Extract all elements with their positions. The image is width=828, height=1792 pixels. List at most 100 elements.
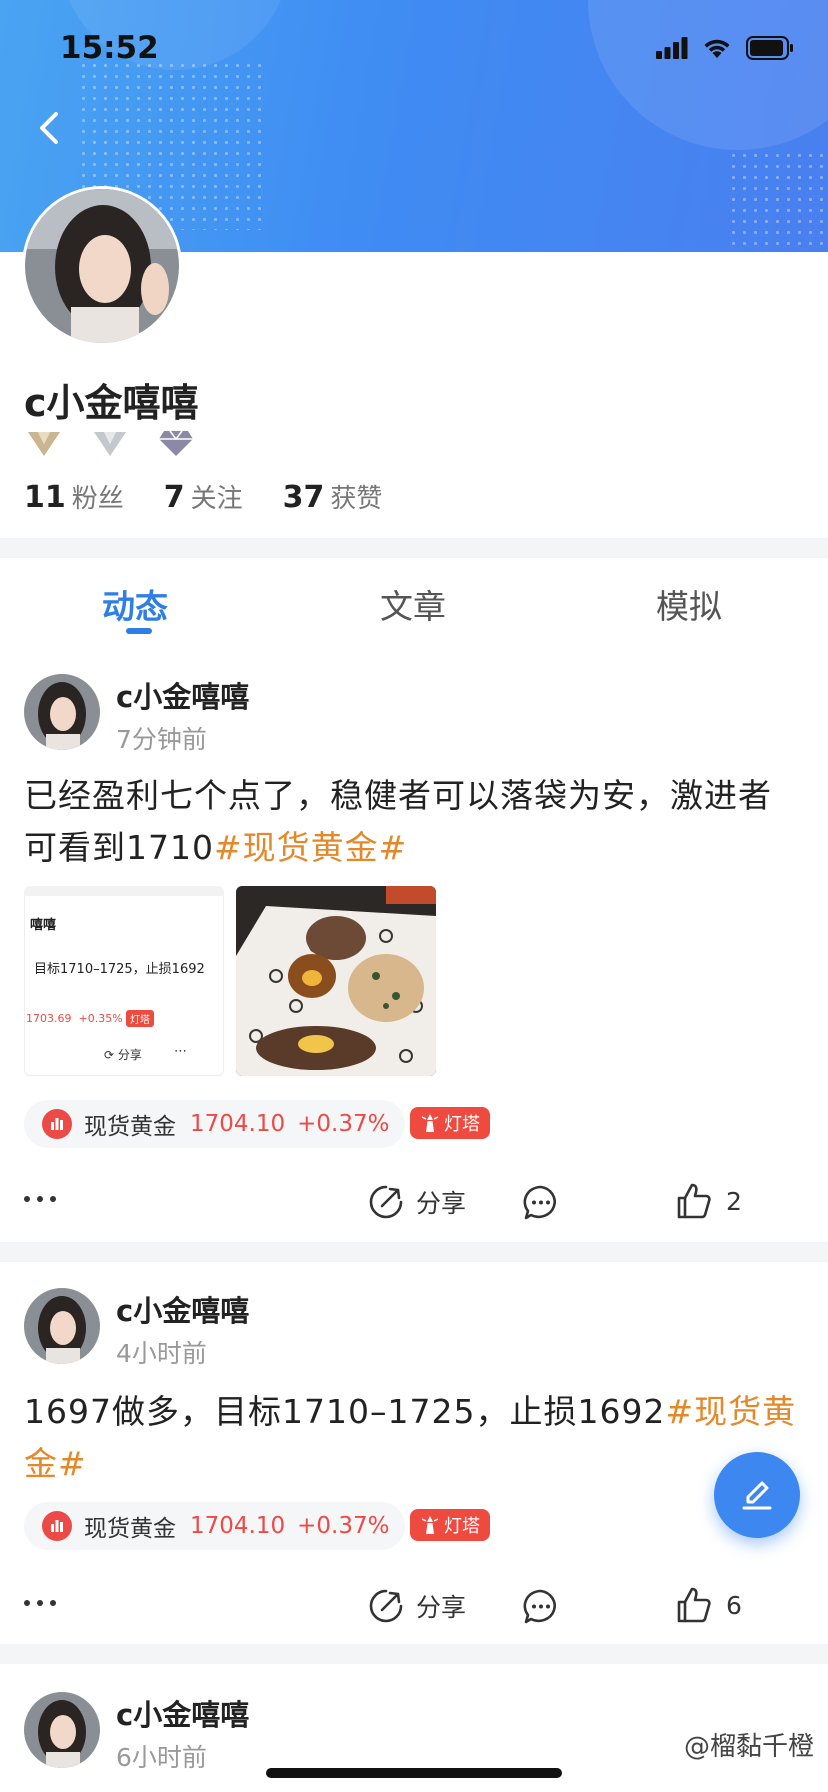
avatar-image bbox=[24, 1288, 100, 1364]
wifi-icon bbox=[704, 39, 730, 58]
post-body: 1697做多，目标1710–1725，止损1692 bbox=[24, 1392, 666, 1431]
share-icon bbox=[369, 1185, 403, 1219]
post-avatar[interactable] bbox=[24, 1692, 100, 1768]
avatar-image bbox=[24, 1692, 100, 1768]
signal-icon bbox=[656, 37, 688, 59]
lighthouse-label: 灯塔 bbox=[444, 1516, 480, 1537]
avatar-image bbox=[24, 674, 100, 750]
share-button[interactable]: 分享 bbox=[368, 1184, 466, 1220]
post-time: 6小时前 bbox=[116, 1743, 207, 1772]
stock-name: 现货黄金 bbox=[84, 1114, 176, 1140]
stock-price: 1704.10 bbox=[190, 1513, 286, 1539]
post-image-food[interactable] bbox=[236, 886, 436, 1076]
stat-label: 粉丝 bbox=[71, 484, 124, 514]
stat-followers[interactable]: 11 粉丝 bbox=[24, 478, 124, 515]
battery-icon bbox=[746, 36, 793, 60]
post-time: 4小时前 bbox=[116, 1339, 207, 1368]
post-actions: 分享 2 bbox=[0, 1174, 828, 1234]
tab-dynamics[interactable]: 动态 bbox=[102, 580, 168, 628]
post-author[interactable]: c小金嘻嘻 bbox=[116, 674, 249, 716]
home-indicator[interactable] bbox=[266, 1768, 562, 1778]
avatar[interactable] bbox=[22, 186, 182, 346]
image-comment-icon: ⋯ bbox=[174, 1044, 187, 1059]
lighthouse-tag[interactable]: 灯塔 bbox=[410, 1107, 490, 1139]
profile-stats: 11 粉丝 7 关注 37 获赞 bbox=[24, 478, 382, 515]
stock-chip[interactable]: 现货黄金 1704.10 +0.37% bbox=[24, 1100, 406, 1148]
lighthouse-icon bbox=[421, 1114, 439, 1132]
more-options-button[interactable] bbox=[24, 1196, 56, 1202]
share-label: 分享 bbox=[416, 1593, 467, 1622]
post-author[interactable]: c小金嘻嘻 bbox=[116, 1288, 249, 1330]
stat-label: 获赞 bbox=[330, 484, 383, 514]
lighthouse-label: 灯塔 bbox=[444, 1114, 480, 1135]
profile-name: c小金嘻嘻 bbox=[24, 381, 199, 425]
stock-name: 现货黄金 bbox=[84, 1516, 176, 1542]
like-button[interactable]: 6 bbox=[676, 1586, 742, 1624]
stat-value: 7 bbox=[163, 480, 185, 515]
share-label: 分享 bbox=[416, 1189, 467, 1218]
comment-button[interactable] bbox=[522, 1588, 560, 1630]
lighthouse-icon bbox=[421, 1516, 439, 1534]
pencil-icon bbox=[742, 1481, 772, 1510]
share-icon bbox=[369, 1589, 403, 1623]
image-price: 1703.69 +0.35% bbox=[26, 1012, 123, 1025]
comment-button[interactable] bbox=[522, 1184, 560, 1226]
stock-change: +0.37% bbox=[297, 1111, 390, 1137]
chart-icon bbox=[42, 1511, 72, 1541]
food-photo bbox=[236, 886, 436, 1076]
post-image-screenshot[interactable]: 嘻嘻 目标1710–1725，止损1692 1703.69 +0.35% 灯塔 … bbox=[24, 886, 224, 1076]
stat-following[interactable]: 7 关注 bbox=[164, 478, 243, 515]
lighthouse-tag[interactable]: 灯塔 bbox=[410, 1509, 490, 1541]
post-author[interactable]: c小金嘻嘻 bbox=[116, 1692, 249, 1734]
thumbs-up-icon bbox=[677, 1587, 711, 1623]
image-topbar bbox=[24, 886, 224, 896]
status-icons bbox=[656, 36, 794, 60]
post-time: 7分钟前 bbox=[116, 725, 207, 754]
like-button[interactable]: 2 bbox=[676, 1182, 742, 1220]
image-text: 目标1710–1725，止损1692 bbox=[34, 962, 205, 977]
level-badge-silver-icon[interactable] bbox=[92, 428, 128, 458]
back-button[interactable] bbox=[30, 104, 70, 152]
level-badge-gold-icon[interactable] bbox=[26, 428, 62, 458]
badge-row bbox=[26, 428, 194, 458]
header-dot-pattern bbox=[728, 150, 828, 250]
image-username: 嘻嘻 bbox=[30, 918, 57, 933]
image-tag: 灯塔 bbox=[126, 1010, 154, 1027]
image-price-change: +0.35% bbox=[78, 1012, 123, 1025]
stock-change: +0.37% bbox=[297, 1513, 390, 1539]
share-button[interactable]: 分享 bbox=[368, 1588, 466, 1624]
stat-value: 37 bbox=[282, 480, 325, 515]
chevron-left-icon bbox=[40, 112, 58, 144]
watermark: @榴黏千橙 bbox=[683, 1732, 814, 1762]
post-text: 已经盈利七个点了，稳健者可以落袋为安，激进者可看到1710#现货黄金# bbox=[24, 770, 804, 874]
more-options-button[interactable] bbox=[24, 1600, 56, 1606]
tab-active-indicator bbox=[126, 628, 152, 634]
compose-button[interactable] bbox=[714, 1452, 800, 1538]
stat-value: 11 bbox=[24, 480, 66, 515]
post-avatar[interactable] bbox=[24, 674, 100, 750]
comment-icon bbox=[523, 1589, 556, 1624]
avatar-image bbox=[25, 189, 179, 343]
image-price-value: 1703.69 bbox=[26, 1012, 72, 1025]
stat-likes[interactable]: 37 获赞 bbox=[283, 478, 383, 515]
tab-simulation[interactable]: 模拟 bbox=[656, 580, 722, 628]
post-divider bbox=[0, 1242, 828, 1262]
tab-articles[interactable]: 文章 bbox=[380, 580, 446, 628]
comment-icon bbox=[523, 1185, 556, 1220]
image-share: ⟳ 分享 bbox=[104, 1048, 142, 1062]
stat-label: 关注 bbox=[190, 484, 243, 514]
post-avatar[interactable] bbox=[24, 1288, 100, 1364]
hashtag-link[interactable]: #现货黄金# bbox=[214, 828, 407, 867]
post-text: 1697做多，目标1710–1725，止损1692#现货黄金# bbox=[24, 1386, 804, 1490]
header-decoration bbox=[588, 0, 828, 150]
status-time: 15:52 bbox=[60, 30, 159, 66]
chart-icon bbox=[42, 1109, 72, 1139]
level-badge-diamond-icon[interactable] bbox=[158, 428, 194, 458]
image-share-label: 分享 bbox=[117, 1048, 142, 1062]
section-divider bbox=[0, 538, 828, 558]
post-divider bbox=[0, 1644, 828, 1664]
stock-price: 1704.10 bbox=[190, 1111, 286, 1137]
like-count: 2 bbox=[726, 1186, 742, 1216]
stock-chip[interactable]: 现货黄金 1704.10 +0.37% bbox=[24, 1502, 406, 1550]
like-count: 6 bbox=[726, 1590, 742, 1620]
